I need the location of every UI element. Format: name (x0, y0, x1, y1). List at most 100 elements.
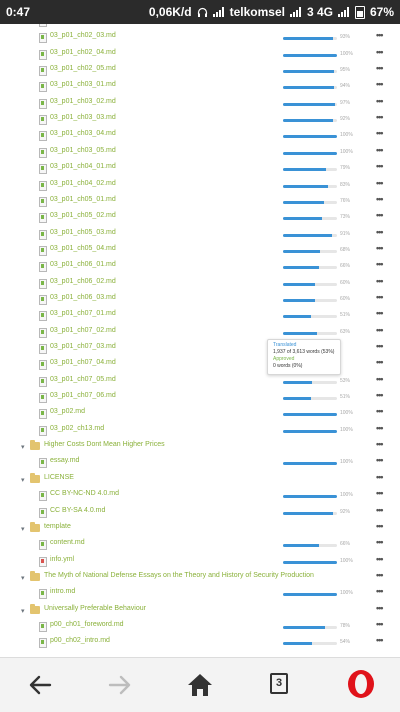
home-button[interactable] (184, 670, 216, 700)
expand-arrow-icon[interactable]: ▾ (21, 574, 25, 582)
more-options-icon[interactable]: ••• (376, 390, 384, 400)
folder-row[interactable]: ▾ template ••• (0, 521, 400, 537)
more-options-icon[interactable]: ••• (376, 259, 384, 269)
file-row[interactable]: 03_p01_ch05_01.md 76% ••• (0, 194, 400, 210)
more-options-icon[interactable]: ••• (376, 276, 384, 286)
file-row[interactable]: p00_ch02_intro.md 54% ••• (0, 635, 400, 650)
more-options-icon[interactable]: ••• (376, 292, 384, 302)
file-row[interactable]: p00_ch01_foreword.md 78% ••• (0, 619, 400, 635)
more-options-icon[interactable]: ••• (376, 521, 384, 531)
more-options-icon[interactable]: ••• (376, 308, 384, 318)
file-row[interactable]: 03_p01_ch06_03.md 60% ••• (0, 292, 400, 308)
file-row[interactable]: 03_p02_ch13.md 100% ••• (0, 423, 400, 439)
file-name[interactable]: 03_p01_ch02_03.md (50, 32, 116, 39)
file-row[interactable]: 03_p01_ch06_02.md 60% ••• (0, 276, 400, 292)
file-row[interactable]: 03_p01_ch06_01.md 66% ••• (0, 259, 400, 275)
folder-row[interactable]: ▾ The Myth of National Defense Essays on … (0, 570, 400, 586)
file-row[interactable]: 03_p01_ch03_02.md 97% ••• (0, 96, 400, 112)
more-options-icon[interactable]: ••• (376, 603, 384, 613)
more-options-icon[interactable]: ••• (376, 488, 384, 498)
file-row[interactable]: info.yml 100% ••• (0, 554, 400, 570)
folder-name[interactable]: template (44, 523, 71, 530)
file-row[interactable]: intro.md 100% ••• (0, 586, 400, 602)
more-options-icon[interactable]: ••• (376, 96, 384, 106)
file-name[interactable]: 03_p01_ch05_02.md (50, 212, 116, 219)
more-options-icon[interactable]: ••• (376, 178, 384, 188)
file-name[interactable]: CC BY-SA 4.0.md (50, 507, 105, 514)
more-options-icon[interactable]: ••• (376, 586, 384, 596)
file-name[interactable]: 03_p01_ch07_01.md (50, 310, 116, 317)
file-name[interactable]: 03_p01_ch06_03.md (50, 294, 116, 301)
file-name[interactable]: 03_p01_ch05_03.md (50, 229, 116, 236)
file-name[interactable]: 03_p01_ch06_01.md (50, 261, 116, 268)
more-options-icon[interactable]: ••• (376, 439, 384, 449)
file-row[interactable]: 03_p01_ch07_05.md 53% ••• (0, 374, 400, 390)
file-row[interactable]: 03_p01_ch04_02.md 83% ••• (0, 178, 400, 194)
more-options-icon[interactable]: ••• (376, 423, 384, 433)
more-options-icon[interactable]: ••• (376, 570, 384, 580)
file-name[interactable]: 03_p01_ch07_05.md (50, 376, 116, 383)
more-options-icon[interactable]: ••• (376, 128, 384, 138)
more-options-icon[interactable]: ••• (376, 537, 384, 547)
folder-row[interactable]: ▾ LICENSE ••• (0, 472, 400, 488)
file-row[interactable]: content.md 66% ••• (0, 537, 400, 553)
more-options-icon[interactable]: ••• (376, 455, 384, 465)
back-button[interactable] (24, 670, 56, 700)
more-options-icon[interactable]: ••• (376, 145, 384, 155)
more-options-icon[interactable]: ••• (376, 243, 384, 253)
more-options-icon[interactable]: ••• (376, 635, 384, 645)
more-options-icon[interactable]: ••• (376, 554, 384, 564)
file-name[interactable]: 03_p01_ch02_05.md (50, 65, 116, 72)
file-name[interactable]: 03_p01_ch03_03.md (50, 114, 116, 121)
file-row[interactable]: 03_p01_ch03_04.md 100% ••• (0, 128, 400, 144)
file-name[interactable]: essay.md (50, 457, 79, 464)
file-name[interactable]: 03_p01_ch03_02.md (50, 98, 116, 105)
file-name[interactable]: 03_p01_ch05_01.md (50, 196, 116, 203)
file-row[interactable]: 03_p01_ch07_01.md 51% ••• (0, 308, 400, 324)
folder-row[interactable]: ▾ Universally Preferable Behaviour ••• (0, 603, 400, 619)
tabs-button[interactable]: 3 (264, 670, 296, 700)
file-name[interactable]: p00_ch01_foreword.md (50, 621, 124, 628)
file-name[interactable]: 03_p01_ch07_02.md (50, 327, 116, 334)
folder-row[interactable]: ▾ Higher Costs Dont Mean Higher Prices ••• (0, 439, 400, 455)
file-name[interactable]: 03_p02_ch13.md (50, 425, 104, 432)
file-row[interactable]: CC BY-NC-ND 4.0.md 100% ••• (0, 488, 400, 504)
file-row[interactable]: 03_p01_ch05_02.md 73% ••• (0, 210, 400, 226)
file-name[interactable]: 03_p01_ch06_02.md (50, 278, 116, 285)
more-options-icon[interactable]: ••• (376, 325, 384, 335)
file-row[interactable]: 03_p01_ch02_04.md 100% ••• (0, 47, 400, 63)
folder-name[interactable]: The Myth of National Defense Essays on t… (44, 572, 314, 579)
file-row[interactable]: 03_p01_ch05_03.md 91% ••• (0, 227, 400, 243)
file-name[interactable]: 03_p01_ch07_06.md (50, 392, 116, 399)
file-name[interactable]: 03_p01_ch03_05.md (50, 147, 116, 154)
file-name[interactable]: 03_p01_ch03_01.md (50, 81, 116, 88)
file-row[interactable]: 03_p01_ch04_01.md 79% ••• (0, 161, 400, 177)
more-options-icon[interactable]: ••• (376, 374, 384, 384)
more-options-icon[interactable]: ••• (376, 619, 384, 629)
more-options-icon[interactable]: ••• (376, 79, 384, 89)
file-row[interactable]: 03_p01_ch05_04.md 68% ••• (0, 243, 400, 259)
file-row[interactable]: CC BY-SA 4.0.md 92% ••• (0, 505, 400, 521)
more-options-icon[interactable]: ••• (376, 63, 384, 73)
file-name[interactable]: p00_ch02_intro.md (50, 637, 110, 644)
file-name[interactable]: 03_p01_ch03_04.md (50, 130, 116, 137)
file-row[interactable]: 03_p01_ch03_05.md 100% ••• (0, 145, 400, 161)
expand-arrow-icon[interactable]: ▾ (21, 443, 25, 451)
more-options-icon[interactable]: ••• (376, 472, 384, 482)
file-name[interactable]: 03_p01_ch02_04.md (50, 49, 116, 56)
opera-menu-button[interactable] (344, 670, 376, 700)
file-row[interactable]: 03_p01_ch02_03.md 93% ••• (0, 30, 400, 46)
file-row[interactable]: 03_p01_ch07_06.md 51% ••• (0, 390, 400, 406)
file-name[interactable]: 03_p01_ch07_03.md (50, 343, 116, 350)
file-row[interactable]: 03_p01_ch02_05.md 95% ••• (0, 63, 400, 79)
more-options-icon[interactable]: ••• (376, 406, 384, 416)
more-options-icon[interactable]: ••• (376, 161, 384, 171)
more-options-icon[interactable]: ••• (376, 505, 384, 515)
more-options-icon[interactable]: ••• (376, 341, 384, 351)
file-name[interactable]: content.md (50, 539, 85, 546)
expand-arrow-icon[interactable]: ▾ (21, 525, 25, 533)
file-name[interactable]: CC BY-NC-ND 4.0.md (50, 490, 119, 497)
file-row[interactable]: 03_p01_ch03_03.md 92% ••• (0, 112, 400, 128)
file-name[interactable]: 03_p01_ch05_04.md (50, 245, 116, 252)
folder-name[interactable]: LICENSE (44, 474, 74, 481)
